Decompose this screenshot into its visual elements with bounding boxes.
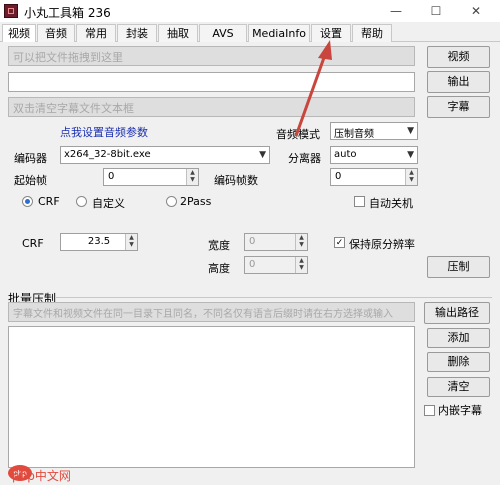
- annotation-arrow-icon: [294, 40, 332, 137]
- watermark-text: php中文网: [12, 469, 71, 483]
